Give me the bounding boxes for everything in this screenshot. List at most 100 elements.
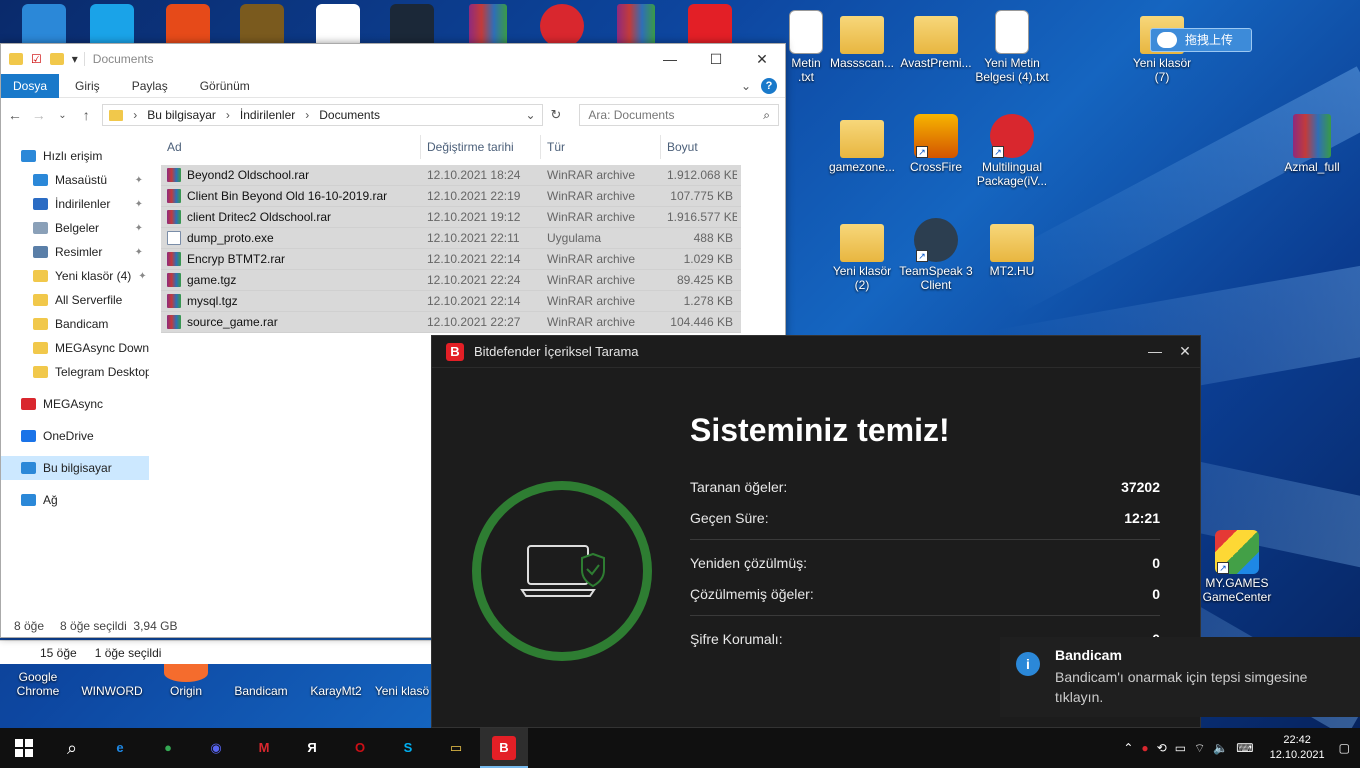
search-input[interactable]: Ara: Documents ⌕ (579, 104, 780, 126)
nav-item[interactable]: OneDrive (1, 424, 149, 448)
column-type[interactable]: Tür (541, 135, 661, 159)
nav-item[interactable]: All Serverfile (1, 288, 149, 312)
taskbar-file-explorer[interactable]: ▭ (432, 728, 480, 768)
taskbar-opera[interactable]: O (336, 728, 384, 768)
file-row[interactable]: game.tgz 12.10.2021 22:24 WinRAR archive 89… (161, 270, 741, 291)
desktop-icon-metin-txt[interactable]: Metin .txt (786, 10, 826, 84)
tab-view[interactable]: Görünüm (184, 74, 266, 98)
desktop-icon-crossfire[interactable]: ↗ CrossFire (898, 114, 974, 174)
wifi-icon[interactable]: ⌔ (1194, 741, 1205, 756)
nav-item[interactable]: MEGAsync Down (1, 336, 149, 360)
desktop-icon-yeni-klasor[interactable]: Yeni klasö (372, 664, 432, 698)
column-size[interactable]: Boyut (661, 135, 737, 159)
desktop-icon-origin[interactable]: Origin (148, 664, 224, 698)
nav-item[interactable]: Belgeler ✦ (1, 216, 149, 240)
mega-tray-icon[interactable]: ● (1141, 741, 1148, 755)
new-folder-icon[interactable] (49, 53, 64, 65)
address-bar[interactable]: › Bu bilgisayar › İndirilenler › Documen… (102, 104, 543, 126)
file-row[interactable]: mysql.tgz 12.10.2021 22:14 WinRAR archive 1… (161, 291, 741, 312)
notification-center-icon[interactable]: ▢ (1339, 741, 1350, 755)
nav-item[interactable]: İndirilenler ✦ (1, 192, 149, 216)
address-dropdown-icon[interactable]: ⌄ (525, 108, 535, 122)
explorer-titlebar[interactable]: ☑ ▾ Documents — ☐ ✕ (1, 44, 785, 74)
tab-file[interactable]: Dosya (1, 73, 60, 98)
maximize-button[interactable]: ☐ (693, 51, 739, 68)
up-arrow-icon[interactable]: ↑ (78, 107, 94, 123)
desktop-icon-multilingual[interactable]: ↗ Multilingual Package(iV... (974, 114, 1050, 188)
desktop-icon-avastpremium[interactable]: AvastPremi... (898, 10, 974, 70)
file-row[interactable]: Client Bin Beyond Old 16-10-2019.rar 12.1… (161, 186, 741, 207)
minimize-button[interactable]: — (647, 51, 693, 68)
desktop-icon-yeni-klasor-2[interactable]: Yeni klasör (2) (824, 218, 900, 292)
close-button[interactable]: ✕ (739, 51, 785, 68)
quick-access-toolbar[interactable]: ☑ (31, 52, 42, 66)
file-row[interactable]: dump_proto.exe 12.10.2021 22:11 Uygulama 48… (161, 228, 741, 249)
pin-icon[interactable]: ✦ (135, 247, 143, 258)
bitdefender-titlebar[interactable]: B Bitdefender İçeriksel Tarama — ✕ (432, 336, 1200, 368)
desktop-icon-yeni-metin-belgesi[interactable]: Yeni Metin Belgesi (4).txt (974, 10, 1050, 84)
file-date: 12.10.2021 22:14 (427, 252, 521, 266)
nav-item[interactable]: Bu bilgisayar (1, 456, 149, 480)
pin-icon[interactable]: ✦ (138, 271, 146, 282)
chevron-down-icon[interactable]: ▾ (72, 52, 78, 66)
taskbar-discord[interactable]: ◉ (192, 728, 240, 768)
desktop-icon-mt2hu[interactable]: MT2.HU (974, 218, 1050, 278)
close-button[interactable]: ✕ (1170, 343, 1200, 360)
nav-item[interactable]: Ağ (1, 488, 149, 512)
nav-item[interactable]: Masaüstü ✦ (1, 168, 149, 192)
notification-toast[interactable]: i Bandicam Bandicam'ı onarmak için tepsi… (1000, 637, 1360, 717)
file-row[interactable]: client Dritec2 Oldschool.rar 12.10.2021 1… (161, 207, 741, 228)
desktop-icon-bandicam-shortcut[interactable]: Bandicam (223, 664, 299, 698)
desktop-icon-karaymt2[interactable]: KarayMt2 (298, 664, 374, 698)
file-row[interactable]: Beyond2 Oldschool.rar 12.10.2021 18:24 Win… (161, 165, 741, 186)
breadcrumb-item[interactable]: Bu bilgisayar (147, 108, 216, 122)
column-name[interactable]: Ad (161, 135, 421, 159)
minimize-button[interactable]: — (1140, 343, 1170, 360)
desktop-icon-massscan[interactable]: Massscan... (824, 10, 900, 70)
file-row[interactable]: Encryp BTMT2.rar 12.10.2021 22:14 WinRAR a… (161, 249, 741, 270)
taskbar-bitdefender[interactable]: B (480, 728, 528, 768)
taskbar-chrome[interactable]: ● (144, 728, 192, 768)
forward-arrow-icon[interactable]: → (31, 107, 47, 123)
chevron-down-icon[interactable]: ⌄ (741, 79, 751, 93)
search-button[interactable]: ⌕ (48, 728, 96, 768)
pin-icon[interactable]: ✦ (135, 223, 143, 234)
taskbar-skype[interactable]: S (384, 728, 432, 768)
sync-tray-icon[interactable]: ⟲ (1157, 741, 1167, 755)
start-button[interactable] (0, 728, 48, 768)
upload-badge[interactable]: 拖拽上传 (1150, 28, 1252, 52)
desktop-icon-gamezone[interactable]: gamezone... (824, 114, 900, 174)
refresh-icon[interactable]: ↻ (551, 107, 562, 123)
taskbar-yandex[interactable]: Я (288, 728, 336, 768)
pin-icon[interactable]: ✦ (135, 199, 143, 210)
nav-item[interactable]: Bandicam (1, 312, 149, 336)
tab-home[interactable]: Giriş (59, 74, 116, 98)
nav-item[interactable]: Resimler ✦ (1, 240, 149, 264)
recent-locations-icon[interactable]: ⌄ (55, 110, 71, 121)
chevron-up-icon[interactable]: ⌃ (1123, 741, 1133, 755)
column-date[interactable]: Değiştirme tarihi (421, 135, 541, 159)
nav-item[interactable]: Telegram Desktop (1, 360, 149, 384)
clock[interactable]: 22:42 12.10.2021 (1270, 733, 1325, 763)
desktop-icon-teamspeak[interactable]: ↗ TeamSpeak 3 Client (898, 218, 974, 292)
file-date: 12.10.2021 18:24 (427, 168, 521, 182)
tab-share[interactable]: Paylaş (116, 74, 184, 98)
help-icon[interactable]: ? (761, 77, 777, 94)
taskbar-mega[interactable]: M (240, 728, 288, 768)
pin-icon[interactable]: ✦ (135, 175, 143, 186)
nav-item[interactable]: MEGAsync (1, 392, 149, 416)
back-arrow-icon[interactable]: ← (7, 107, 23, 123)
taskbar-edge[interactable]: e (96, 728, 144, 768)
desktop-icon-winword[interactable]: WINWORD (74, 664, 150, 698)
network-icon[interactable]: ▭ (1175, 741, 1186, 755)
keyboard-icon[interactable]: ⌨ (1236, 741, 1253, 755)
desktop-icon-mygames[interactable]: ↗ MY.GAMES GameCenter (1199, 530, 1275, 604)
nav-item[interactable]: Yeni klasör (4) ✦ (1, 264, 149, 288)
nav-item[interactable]: Hızlı erişim (1, 144, 149, 168)
file-row[interactable]: source_game.rar 12.10.2021 22:27 WinRAR ar… (161, 312, 741, 333)
breadcrumb-item[interactable]: Documents (319, 108, 380, 122)
file-type: WinRAR archive (547, 168, 636, 182)
volume-icon[interactable]: 🔈 (1213, 741, 1228, 755)
desktop-icon-azmal-full[interactable]: Azmal_full (1274, 114, 1350, 174)
breadcrumb-item[interactable]: İndirilenler (240, 108, 295, 122)
